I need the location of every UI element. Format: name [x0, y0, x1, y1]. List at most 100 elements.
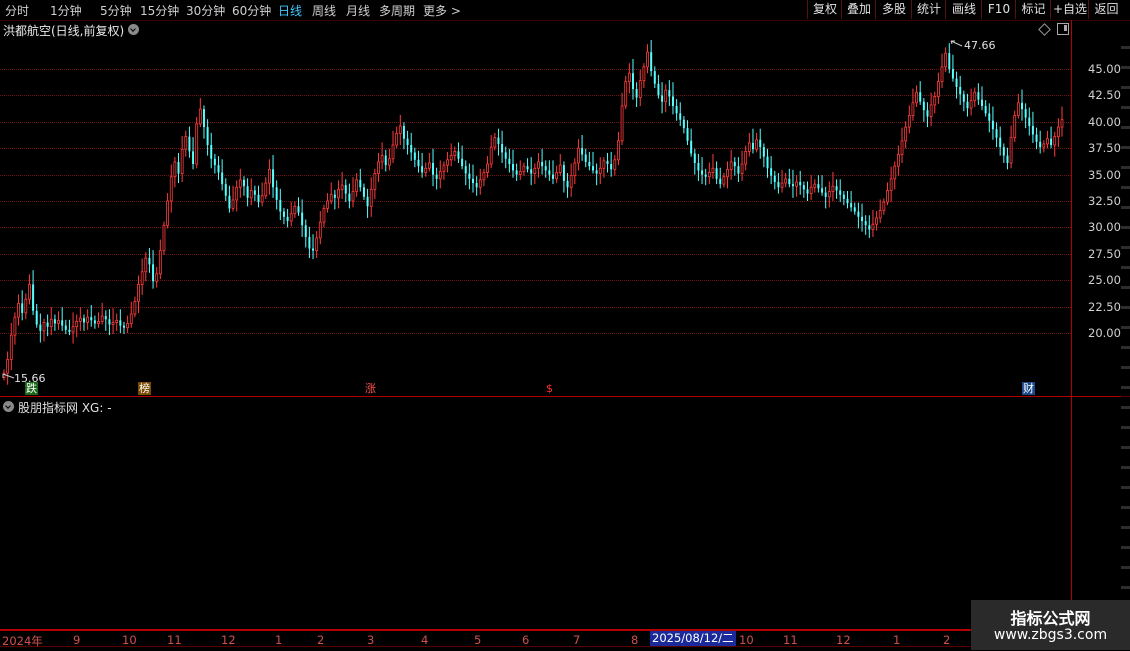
- event-tag-dollar-text: $: [546, 382, 553, 395]
- indicator-chevron-icon[interactable]: [3, 401, 14, 412]
- candlestick: [264, 177, 268, 199]
- watermark-title: 指标公式网: [1010, 609, 1091, 628]
- candlestick: [1060, 106, 1064, 137]
- candlestick: [162, 221, 166, 255]
- price-tick-label: 45.00: [1088, 62, 1121, 76]
- candlestick: [432, 148, 435, 187]
- back-button[interactable]: 返回: [1088, 0, 1124, 19]
- candlestick: [606, 152, 609, 173]
- candlestick: [642, 63, 646, 89]
- candlestick: [231, 185, 235, 212]
- candlestick: [864, 215, 867, 235]
- candlestick: [995, 122, 998, 148]
- candlestick: [809, 175, 813, 200]
- candlestick: [293, 201, 297, 218]
- candlestick-chart[interactable]: [0, 0, 1071, 396]
- candlestick: [1050, 126, 1053, 149]
- candlestick: [951, 54, 954, 82]
- event-tag-fall[interactable]: 跌: [25, 382, 38, 395]
- event-tag-rank[interactable]: 榜: [138, 382, 151, 395]
- candlestick: [235, 180, 239, 212]
- candlestick: [991, 106, 994, 140]
- candlestick: [180, 136, 184, 182]
- candlestick: [1035, 127, 1038, 150]
- candlestick: [806, 181, 809, 201]
- x-label: 3: [367, 633, 375, 647]
- candlestick: [853, 202, 856, 215]
- candlestick: [842, 190, 845, 206]
- candlestick: [551, 160, 554, 185]
- price-tick-label: 25.00: [1088, 273, 1121, 288]
- candlestick: [944, 47, 948, 73]
- candlestick: [348, 183, 351, 209]
- x-label: 1: [893, 633, 901, 647]
- candlestick: [981, 86, 984, 111]
- candlestick: [558, 154, 562, 176]
- candlestick: [362, 183, 365, 200]
- candlestick: [824, 186, 827, 209]
- candlestick: [1002, 143, 1005, 163]
- candlestick: [933, 91, 937, 114]
- pane-divider: [0, 396, 1130, 397]
- candlestick: [308, 226, 311, 259]
- candlestick: [1009, 125, 1013, 169]
- event-tag-finance[interactable]: 财: [1022, 382, 1035, 395]
- candlestick: [387, 148, 391, 171]
- candlestick: [457, 142, 460, 163]
- event-tag-rank-text: 榜: [139, 382, 150, 395]
- candlestick: [221, 159, 224, 191]
- candlestick: [915, 85, 918, 108]
- candlestick: [17, 294, 20, 326]
- candlestick: [936, 72, 940, 104]
- candlestick: [613, 155, 617, 176]
- candlestick: [242, 176, 245, 196]
- x-label: 11: [167, 633, 182, 647]
- candlestick: [675, 99, 678, 121]
- candlestick: [780, 169, 784, 193]
- candlestick: [562, 161, 565, 193]
- candlestick: [726, 161, 729, 189]
- event-tag-dollar[interactable]: $: [543, 382, 556, 395]
- candlestick: [140, 258, 144, 295]
- candlestick: [32, 270, 35, 316]
- candlestick: [344, 179, 347, 203]
- event-tag-rise[interactable]: 涨: [364, 382, 377, 395]
- candlestick: [857, 202, 860, 229]
- candlestick: [68, 319, 71, 336]
- candlestick: [1056, 118, 1060, 148]
- candlestick: [173, 157, 177, 188]
- candlestick: [722, 173, 726, 188]
- candlestick: [442, 161, 446, 180]
- candlestick: [875, 211, 878, 231]
- candlestick: [744, 145, 748, 171]
- candlestick: [122, 321, 125, 335]
- candlestick: [671, 82, 674, 115]
- candlestick: [402, 122, 405, 150]
- price-axis-border: [1071, 20, 1072, 630]
- candlestick: [224, 178, 227, 201]
- candlestick: [39, 313, 42, 343]
- candlestick: [329, 182, 333, 205]
- candlestick: [410, 132, 413, 161]
- candlestick: [78, 307, 82, 331]
- candlestick: [566, 173, 569, 198]
- candlestick: [322, 204, 326, 228]
- candlestick: [238, 168, 242, 198]
- candlestick: [900, 127, 904, 163]
- candlestick: [548, 160, 551, 181]
- candlestick: [475, 176, 478, 196]
- candlestick: [882, 198, 886, 215]
- price-tick-label: 37.50: [1088, 141, 1121, 156]
- candlestick: [257, 185, 260, 208]
- candlestick: [631, 58, 634, 100]
- time-axis: 2024年 9 10 11 12 1 2 3 4 5 6 7 8 10 11 1…: [0, 630, 1071, 651]
- candlestick: [602, 157, 606, 178]
- candlestick: [617, 131, 620, 166]
- candlestick: [526, 158, 529, 173]
- candlestick: [1053, 131, 1057, 157]
- candlestick: [627, 63, 631, 94]
- event-tag-fall-text: 跌: [26, 382, 37, 395]
- candlestick: [827, 181, 831, 208]
- candlestick: [919, 81, 922, 105]
- candlestick: [312, 234, 315, 260]
